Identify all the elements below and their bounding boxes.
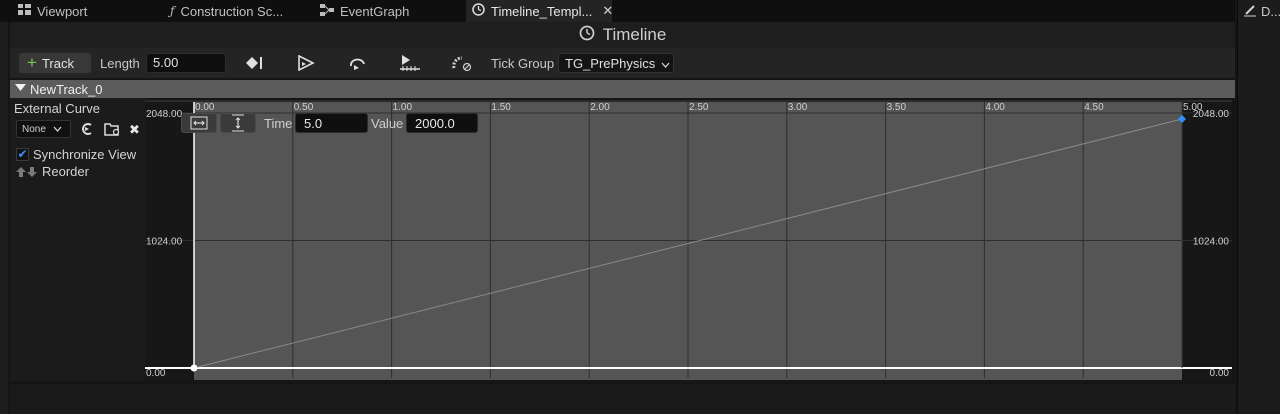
fit-vertical-icon	[232, 114, 244, 132]
tab-timeline-template[interactable]: Timeline_Templ... ✕	[466, 0, 613, 22]
track-header[interactable]: NewTrack_0	[10, 80, 1235, 98]
tab-label: EventGraph	[340, 3, 410, 19]
external-curve-select[interactable]: None	[16, 120, 71, 138]
ignore-time-dilation-icon[interactable]	[450, 53, 474, 73]
browse-folder-icon[interactable]	[104, 122, 120, 139]
chevron-down-icon	[53, 124, 62, 135]
tab-bar: Viewport ƒ Construction Sc... EventGraph…	[0, 0, 1235, 22]
graph-nodes-icon	[320, 3, 334, 19]
tab-label: Timeline_Templ...	[491, 3, 593, 19]
external-curve-value: None	[22, 123, 46, 135]
autoplay-icon[interactable]	[294, 53, 318, 73]
tick-group-select[interactable]: TG_PrePhysics	[558, 53, 674, 73]
track-name: NewTrack_0	[30, 81, 103, 97]
curve-graph[interactable]: 0.00 0.50 1.00 1.50 2.00 2.50 3.00 3.50 4.00 4.50…	[145, 100, 1232, 382]
collapse-triangle-icon[interactable]	[15, 83, 26, 95]
y-tick-label-left: 1024.00	[146, 237, 183, 248]
details-tab-label: D...	[1261, 4, 1280, 19]
x-tick-label: 3.00	[788, 102, 808, 113]
y-tick-label-left: 2048.00	[146, 109, 183, 120]
y-tick-label-right: 1024.00	[1193, 237, 1230, 248]
tab-label: Viewport	[37, 3, 88, 19]
reorder-label: Reorder	[42, 164, 89, 179]
clock-icon	[579, 25, 595, 46]
y-tick-label-right: 2048.00	[1193, 109, 1230, 120]
curve-graph-svg[interactable]: 0.00 0.50 1.00 1.50 2.00 2.50 3.00 3.50 4.00 4.50…	[145, 100, 1232, 382]
key-value-label: Value	[371, 116, 404, 131]
function-icon: ƒ	[170, 4, 175, 18]
x-tick-label: 0.00	[195, 102, 215, 113]
use-selected-curve-icon[interactable]	[80, 122, 94, 139]
x-tick-label: 2.50	[689, 102, 709, 113]
key-time-input[interactable]: 5.0	[295, 113, 368, 133]
left-dock-strip	[0, 22, 8, 414]
x-tick-label: 2.00	[590, 102, 610, 113]
x-tick-label: 3.50	[887, 102, 907, 113]
key-value-input[interactable]: 2000.0	[406, 113, 478, 133]
tick-group-value: TG_PrePhysics	[565, 55, 656, 71]
length-input[interactable]: 5.00	[146, 53, 226, 73]
fit-vertical-button[interactable]	[220, 113, 256, 133]
close-tab-icon[interactable]: ✕	[602, 3, 613, 19]
tab-construction-script[interactable]: ƒ Construction Sc...	[170, 0, 283, 22]
timeline-toolbar: + Track Length 5.00 Tick Group TG_PrePhy…	[10, 48, 1235, 78]
clock-icon	[472, 3, 485, 19]
bottom-area	[10, 384, 1235, 414]
tick-group-label: Tick Group	[491, 56, 555, 71]
tab-viewport[interactable]: Viewport	[18, 0, 87, 22]
track-options-panel: External Curve None ✖ ✔ Synchronize View…	[10, 98, 145, 381]
details-panel-strip: D...	[1237, 0, 1280, 414]
external-curve-label: External Curve	[14, 101, 100, 116]
x-tick-label: 1.50	[491, 102, 511, 113]
y-tick-label-right: 0.00	[1210, 368, 1230, 379]
plus-icon: +	[27, 53, 37, 72]
add-track-button[interactable]: + Track	[19, 53, 91, 73]
y-tick-label-left: 0.00	[146, 368, 166, 379]
pencil-icon	[1243, 3, 1257, 20]
timeline-title-bar: Timeline	[10, 22, 1235, 48]
add-key-icon[interactable]	[243, 53, 267, 73]
key-time-label: Time	[264, 116, 293, 131]
tab-label: Construction Sc...	[180, 3, 284, 19]
tab-event-graph[interactable]: EventGraph	[320, 0, 409, 22]
x-tick-label: 4.50	[1084, 102, 1104, 113]
fit-horizontal-button[interactable]	[181, 113, 217, 133]
replicated-icon[interactable]	[398, 53, 422, 73]
length-label: Length	[100, 56, 140, 71]
fit-horizontal-icon	[190, 116, 208, 130]
details-tab[interactable]: D...	[1243, 3, 1280, 20]
viewport-grid-icon	[18, 4, 31, 18]
synchronize-view-label: Synchronize View	[33, 147, 137, 162]
key-point[interactable]	[190, 364, 198, 372]
timeline-editor: Viewport ƒ Construction Sc... EventGraph…	[0, 0, 1280, 414]
x-tick-label: 1.00	[393, 102, 413, 113]
x-tick-label: 4.00	[985, 102, 1005, 113]
chevron-down-icon	[661, 56, 670, 71]
page-title: Timeline	[602, 25, 667, 44]
x-tick-label: 0.50	[294, 102, 314, 113]
add-track-label: Track	[41, 55, 74, 71]
loop-icon[interactable]	[346, 53, 370, 73]
reorder-arrows-icon[interactable]	[16, 166, 38, 181]
synchronize-view-checkbox[interactable]: ✔	[16, 148, 29, 161]
clear-curve-icon[interactable]: ✖	[129, 122, 140, 138]
